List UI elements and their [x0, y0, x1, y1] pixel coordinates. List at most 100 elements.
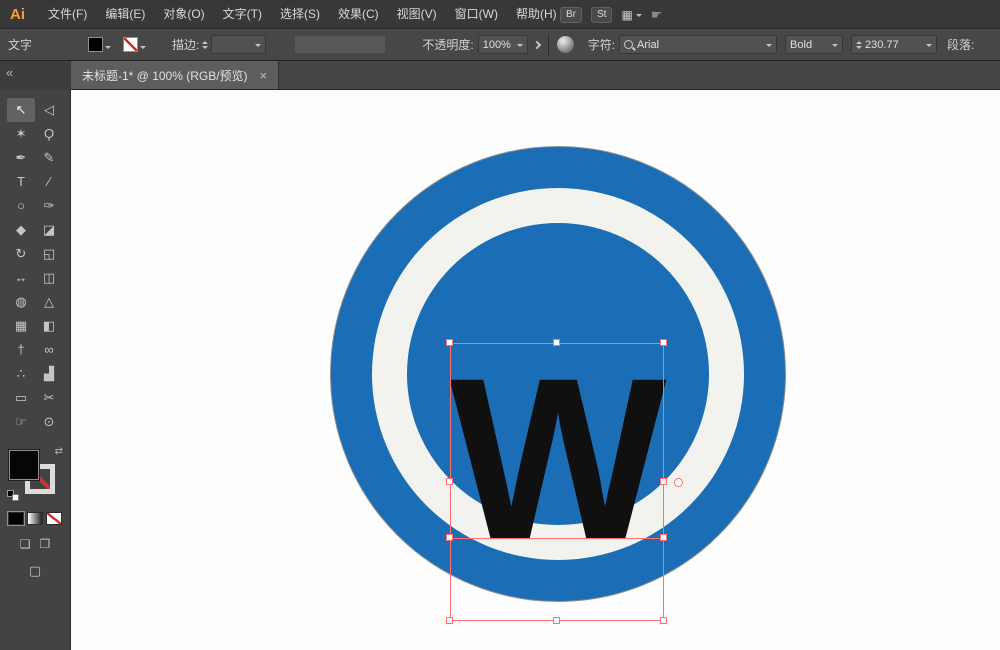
pencil-tool[interactable]: ✎ [35, 146, 63, 170]
opacity-value: 100% [483, 39, 511, 51]
selection-handle-mid-right[interactable] [660, 478, 667, 485]
swap-fill-stroke-icon[interactable]: ⇄ [55, 446, 63, 457]
stroke-color-swatch[interactable] [123, 37, 138, 52]
slice-tool[interactable]: ✂ [35, 386, 63, 410]
pen-tool[interactable]: ✒ [7, 146, 35, 170]
collapse-panel-button[interactable]: « [0, 61, 71, 90]
control-bar: 文字 描边: 不透明度: 100% 字符: Arial Bold 230.77 … [0, 29, 1000, 61]
collapse-icon: « [6, 65, 13, 80]
gradient-tool[interactable]: ◧ [35, 314, 63, 338]
fill-stroke-widget: ⇄ [7, 448, 63, 500]
zoom-tool[interactable]: ⊙ [35, 410, 63, 434]
width-tool[interactable]: ↔ [7, 266, 35, 290]
none-mode-button[interactable] [46, 512, 62, 525]
selection-handle-bottom-center[interactable] [553, 617, 560, 624]
color-mode-row [0, 512, 70, 525]
ellipse-tool[interactable]: ○ [7, 194, 35, 218]
menu-item-object[interactable]: 对象(O) [154, 0, 213, 29]
stroke-weight-label: 描边: [172, 36, 199, 53]
scale-tool[interactable]: ◱ [35, 242, 63, 266]
text-baseline-line [450, 538, 664, 539]
recolor-artwork-icon[interactable] [557, 36, 574, 53]
draw-normal-icon[interactable]: ❏ [20, 537, 31, 551]
line-segment-tool[interactable]: ∕ [35, 170, 63, 194]
context-label: 文字 [8, 36, 32, 53]
magic-wand-tool[interactable]: ✶ [7, 122, 35, 146]
selection-handle-baseline-left[interactable] [446, 534, 453, 541]
stroke-weight-dropdown[interactable] [211, 35, 266, 54]
symbol-sprayer-tool[interactable]: ∴ [7, 362, 35, 386]
default-fill-stroke-icon[interactable] [7, 490, 22, 502]
bridge-button[interactable]: Br [560, 7, 582, 23]
menu-item-select[interactable]: 选择(S) [271, 0, 329, 29]
selection-handle-bottom-right[interactable] [660, 617, 667, 624]
menu-item-type[interactable]: 文字(T) [214, 0, 271, 29]
menu-item-window[interactable]: 窗口(W) [446, 0, 507, 29]
stock-button[interactable]: St [591, 7, 612, 23]
app-logo[interactable]: Ai [10, 6, 25, 23]
shape-builder-tool[interactable]: ◍ [7, 290, 35, 314]
opacity-label: 不透明度: [422, 36, 473, 53]
menu-item-help[interactable]: 帮助(H) [507, 0, 566, 29]
close-icon[interactable]: × [260, 68, 268, 83]
selection-handle-top-center[interactable] [553, 339, 560, 346]
fill-dropdown-icon[interactable] [105, 46, 111, 52]
document-tab-bar: « 未标题-1* @ 100% (RGB/预览) × [0, 61, 1000, 90]
paintbrush-tool[interactable]: ✑ [35, 194, 63, 218]
direct-selection-tool[interactable]: ◁ [35, 98, 63, 122]
menu-item-edit[interactable]: 编辑(E) [96, 0, 154, 29]
opacity-more-icon[interactable] [532, 40, 540, 48]
selection-out-port[interactable] [674, 478, 683, 487]
hand-tool[interactable]: ☞ [7, 410, 35, 434]
blob-brush-tool[interactable]: ◆ [7, 218, 35, 242]
selection-handle-top-right[interactable] [660, 339, 667, 346]
selection-handle-mid-left[interactable] [446, 478, 453, 485]
selection-handle-baseline-right[interactable] [660, 534, 667, 541]
draw-behind-icon[interactable]: ❐ [40, 537, 51, 551]
font-size-value: 230.77 [865, 39, 899, 51]
blend-tool[interactable]: ∞ [35, 338, 63, 362]
brush-definition-dropdown[interactable] [294, 35, 386, 54]
gradient-mode-button[interactable] [27, 512, 43, 525]
share-icon[interactable]: ☛ [651, 7, 663, 23]
font-family-value: Arial [637, 39, 659, 51]
opacity-dropdown[interactable]: 100% [478, 35, 528, 54]
lasso-tool[interactable]: Ϙ [35, 122, 63, 146]
selection-handle-bottom-left[interactable] [446, 617, 453, 624]
eraser-tool[interactable]: ◪ [35, 218, 63, 242]
mesh-tool[interactable]: ▦ [7, 314, 35, 338]
screen-mode-row: ▢ [0, 563, 70, 579]
stroke-weight-stepper[interactable] [202, 41, 208, 49]
type-tool[interactable]: T [7, 170, 35, 194]
column-graph-tool[interactable]: ▟ [35, 362, 63, 386]
rotate-tool[interactable]: ↻ [7, 242, 35, 266]
stroke-dropdown-icon[interactable] [140, 46, 146, 52]
fill-swatch[interactable] [9, 450, 39, 480]
font-size-dropdown[interactable]: 230.77 [851, 35, 937, 54]
eyedropper-tool[interactable]: † [7, 338, 35, 362]
menu-item-file[interactable]: 文件(F) [39, 0, 96, 29]
free-transform-tool[interactable]: ◫ [35, 266, 63, 290]
screen-mode-icon[interactable]: ▢ [29, 563, 41, 578]
selection-handle-top-left[interactable] [446, 339, 453, 346]
document-tab-title: 未标题-1* @ 100% (RGB/预览) [82, 67, 248, 84]
document-tab[interactable]: 未标题-1* @ 100% (RGB/预览) × [71, 61, 279, 89]
character-label: 字符: [588, 36, 615, 53]
menu-bar: Ai 文件(F) 编辑(E) 对象(O) 文字(T) 选择(S) 效果(C) 视… [0, 0, 1000, 29]
text-selection-bbox[interactable] [450, 343, 664, 621]
perspective-grid-tool[interactable]: △ [35, 290, 63, 314]
arrange-documents-button[interactable]: ▦ [621, 8, 641, 22]
font-family-dropdown[interactable]: Arial [619, 35, 777, 54]
menu-item-view[interactable]: 视图(V) [388, 0, 446, 29]
font-style-dropdown[interactable]: Bold [785, 35, 843, 54]
arrange-documents-icon: ▦ [621, 8, 632, 22]
color-mode-button[interactable] [8, 512, 24, 525]
selection-tool[interactable]: ↖ [7, 98, 35, 122]
menu-item-effect[interactable]: 效果(C) [329, 0, 388, 29]
fill-color-swatch[interactable] [88, 37, 103, 52]
tool-grid: ↖ ◁ ✶ Ϙ ✒ ✎ T ∕ ○ ✑ ◆ ◪ ↻ ◱ ↔ ◫ ◍ △ ▦ ◧ … [0, 98, 70, 434]
chevron-down-icon [636, 14, 642, 20]
font-size-stepper[interactable] [856, 41, 862, 49]
artboard-canvas[interactable]: W [71, 90, 1000, 650]
artboard-tool[interactable]: ▭ [7, 386, 35, 410]
